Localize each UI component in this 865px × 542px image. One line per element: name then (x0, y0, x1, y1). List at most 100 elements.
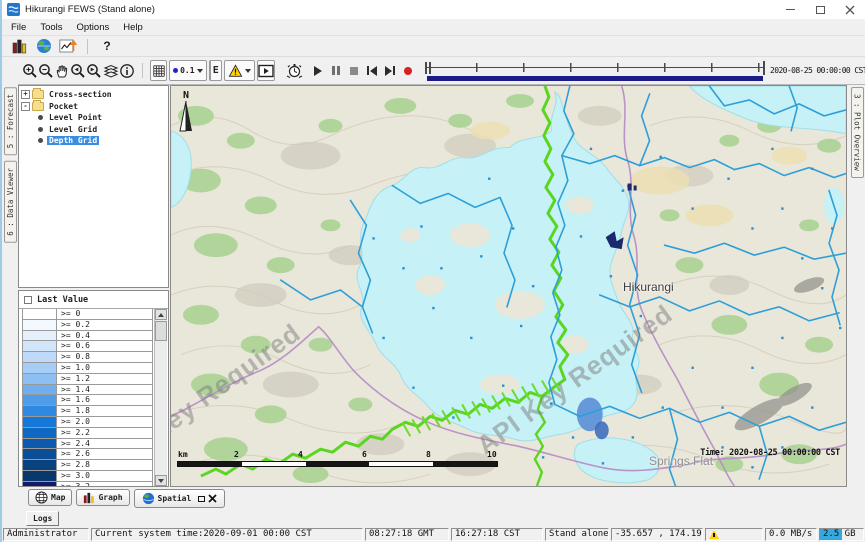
main-toolbar: ? (2, 36, 865, 57)
status-warning[interactable] (705, 528, 763, 541)
legend-color-swatch (23, 385, 57, 395)
legend-color-swatch (23, 439, 57, 449)
legend-color-swatch (23, 449, 57, 459)
time-slider-handle[interactable] (425, 62, 427, 74)
maximize-icon (816, 6, 825, 14)
tree-expander[interactable]: - (21, 102, 30, 111)
north-arrow-icon (179, 101, 193, 133)
legend-row: >= 1.6 (23, 395, 152, 406)
tree-item[interactable]: Level Grid (21, 124, 166, 136)
pause-button[interactable] (329, 61, 343, 81)
status-gmt-time: 08:27:18 GMT (365, 528, 449, 541)
threshold-dropdown[interactable]: 0.1 (169, 60, 206, 81)
legend-row: >= 1.4 (23, 385, 152, 396)
legend-row: >= 3.2 (23, 482, 152, 486)
tab-graph[interactable]: Graph (76, 489, 129, 506)
logs-tab[interactable]: Logs (26, 511, 59, 526)
timeseries-display-button[interactable] (56, 37, 80, 56)
play-button[interactable] (311, 61, 325, 81)
close-button[interactable] (835, 0, 865, 19)
tree-item[interactable]: Depth Grid (21, 135, 166, 147)
pan-button[interactable] (54, 60, 70, 81)
zoom-previous-button[interactable] (70, 60, 86, 81)
chart-icon (59, 38, 77, 54)
animation-button[interactable] (257, 60, 275, 81)
time-slider-handle[interactable] (429, 62, 431, 74)
legend-scrollbar[interactable] (154, 309, 167, 486)
tree-item-label: Level Grid (47, 125, 99, 134)
north-label: N (179, 90, 193, 101)
folder-icon (32, 102, 44, 111)
map-toolbar: 0.1 E (18, 57, 865, 85)
layer-tree: + Cross-section - Pocket (18, 85, 169, 288)
status-bar: Administrator Current system time:2020-0… (2, 528, 865, 542)
zoom-in-button[interactable] (22, 60, 38, 81)
tab-spatial[interactable]: Spatial (134, 489, 226, 508)
warnings-dropdown[interactable] (224, 60, 255, 81)
tree-item[interactable]: Level Point (21, 112, 166, 124)
tree-item[interactable]: + Cross-section (21, 89, 166, 101)
info-button[interactable] (119, 60, 135, 81)
menu-item[interactable]: File (4, 20, 33, 35)
legend-row: >= 0 (23, 309, 152, 320)
menu-item[interactable]: Options (70, 20, 117, 35)
maximize-pane-icon[interactable] (198, 496, 205, 502)
stop-icon (350, 67, 358, 75)
legend-color-swatch (23, 331, 57, 341)
tree-expander[interactable]: + (21, 90, 30, 99)
time-slider-end[interactable] (763, 61, 766, 75)
zoom-next-button[interactable] (86, 60, 102, 81)
zoom-out-button[interactable] (38, 60, 54, 81)
menu-item[interactable]: Help (116, 20, 150, 35)
time-span-bar (427, 76, 763, 81)
tree-item-label: Cross-section (47, 90, 114, 99)
time-navigator-button[interactable] (286, 60, 303, 81)
help-button[interactable]: ? (95, 37, 119, 56)
legend-row-label: >= 0 (57, 309, 152, 319)
legend-row-label: >= 0.8 (57, 352, 152, 362)
menu-item[interactable]: Tools (33, 20, 69, 35)
legend-row-label: >= 0.6 (57, 341, 152, 351)
minimize-button[interactable] (775, 0, 805, 19)
tab-forecast[interactable]: 5 : Forecast (4, 87, 17, 155)
tab-map-label: Map (51, 493, 65, 502)
scrollbar-thumb[interactable] (155, 321, 167, 341)
scroll-down-arrow-icon[interactable] (155, 475, 167, 486)
threshold-dot-icon (173, 68, 178, 73)
go-to-end-button[interactable] (383, 61, 397, 81)
tree-item[interactable]: - Pocket (21, 101, 166, 113)
map-display-button[interactable] (32, 37, 56, 56)
help-icon: ? (103, 39, 110, 53)
grid-display-button[interactable] (150, 60, 167, 81)
legend-row-label: >= 2.4 (57, 439, 152, 449)
status-user: Administrator (3, 528, 89, 541)
zoom-previous-icon (70, 63, 86, 79)
go-to-start-button[interactable] (365, 61, 379, 81)
bar-chart-icon (83, 492, 95, 504)
wireframe-globe-icon (35, 491, 48, 504)
status-memory[interactable]: 2.5 GB (819, 528, 864, 541)
last-value-checkbox[interactable] (24, 296, 32, 304)
time-slider[interactable] (425, 60, 765, 82)
info-icon (119, 63, 135, 79)
map-viewport[interactable]: API Key Required API Key Required N Hiku… (170, 85, 847, 487)
scroll-up-arrow-icon[interactable] (155, 309, 167, 320)
legend-row: >= 2.0 (23, 417, 152, 428)
legend-row-label: >= 0.4 (57, 331, 152, 341)
labels-toggle-button[interactable]: E (209, 60, 223, 81)
database-display-button[interactable] (8, 37, 32, 56)
tab-plot-overview[interactable]: 3 : Plot Overview (851, 87, 864, 178)
stop-button[interactable] (347, 61, 361, 81)
tab-data-viewer[interactable]: 6 : Data Viewer (4, 161, 17, 243)
toolbar-separator (142, 63, 143, 78)
legend-row: >= 3.0 (23, 471, 152, 482)
maximize-button[interactable] (805, 0, 835, 19)
skip-end-icon (385, 66, 395, 76)
tab-map[interactable]: Map (28, 489, 72, 506)
close-pane-icon[interactable] (208, 494, 217, 503)
zoom-next-icon (86, 63, 102, 79)
record-button[interactable] (401, 61, 415, 81)
legend-color-swatch (23, 320, 57, 330)
legend-row: >= 0.8 (23, 352, 152, 363)
layers-button[interactable] (102, 60, 118, 81)
